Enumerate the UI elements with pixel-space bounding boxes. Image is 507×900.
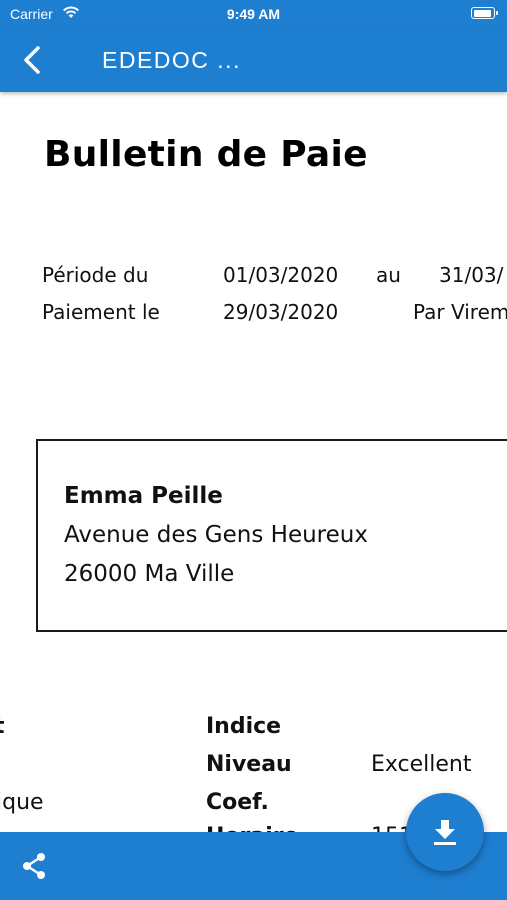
coef-label: Coef. xyxy=(206,790,269,815)
info-left-1: t xyxy=(0,714,5,739)
payment-date: 29/03/2020 xyxy=(223,300,339,324)
niveau-label: Niveau xyxy=(206,752,292,777)
period-label: Période du xyxy=(42,263,149,287)
download-icon xyxy=(434,820,456,845)
document-title: Bulletin de Paie xyxy=(44,134,368,175)
employee-street: Avenue des Gens Heureux xyxy=(64,522,368,548)
app-title: EDEDOC ... xyxy=(102,47,241,73)
status-bar: Carrier 9:49 AM xyxy=(0,0,507,28)
partial-label: Horaire xyxy=(206,824,299,832)
info-left-2: ique xyxy=(0,790,44,815)
period-end: 31/03/ xyxy=(439,263,504,287)
battery-icon xyxy=(471,7,498,19)
employee-city: 26000 Ma Ville xyxy=(64,561,235,587)
employee-name: Emma Peille xyxy=(64,483,223,509)
period-start: 01/03/2020 xyxy=(223,263,339,287)
payment-label: Paiement le xyxy=(42,300,160,324)
back-chevron-icon[interactable] xyxy=(18,44,48,76)
clock: 9:49 AM xyxy=(226,6,281,22)
employee-address-box: Emma Peille Avenue des Gens Heureux 2600… xyxy=(36,439,507,632)
document-viewer[interactable]: Bulletin de Paie Période du 01/03/2020 a… xyxy=(0,92,507,832)
app-bar: EDEDOC ... xyxy=(0,28,507,92)
download-button[interactable] xyxy=(406,793,484,871)
niveau-value: Excellent xyxy=(371,752,472,777)
share-icon[interactable] xyxy=(20,852,48,880)
indice-label: Indice xyxy=(206,714,282,739)
payment-method: Par Virem xyxy=(413,300,507,324)
period-separator: au xyxy=(376,263,401,287)
